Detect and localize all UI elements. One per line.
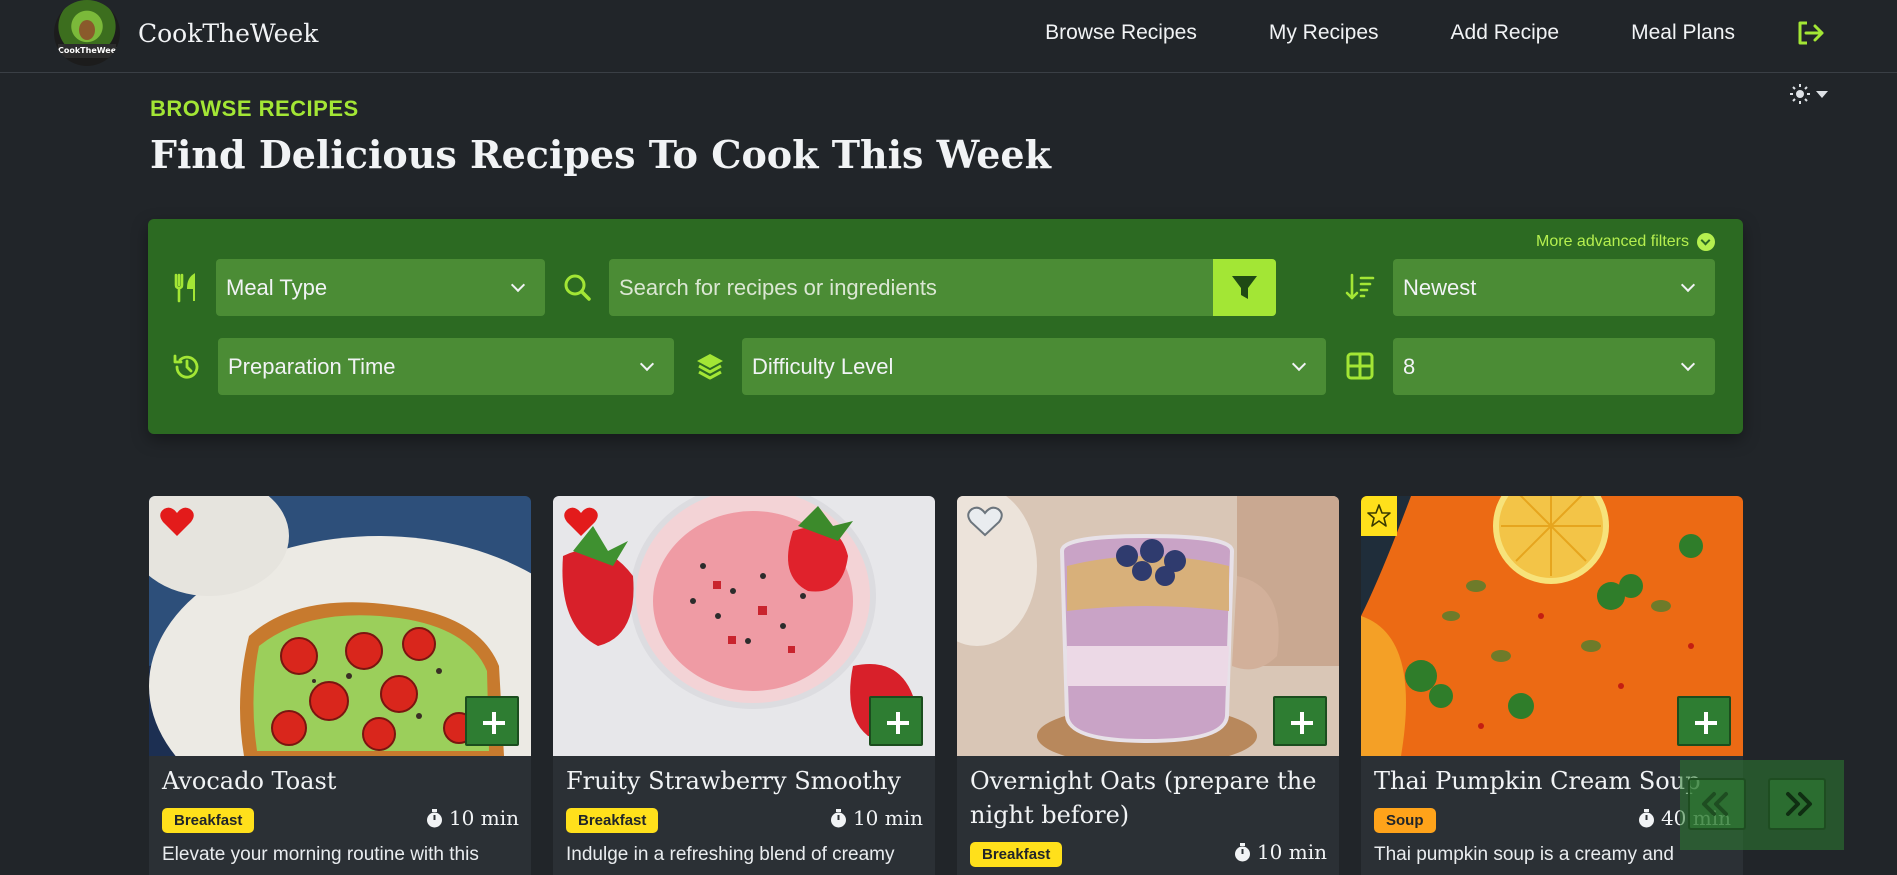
sort-icon	[1345, 273, 1375, 300]
add-to-plan-button[interactable]	[465, 696, 519, 746]
nav-browse-recipes[interactable]: Browse Recipes	[1045, 21, 1197, 45]
search-icon	[564, 274, 591, 301]
heart-filled-icon[interactable]	[159, 506, 195, 538]
add-to-plan-button[interactable]	[1273, 696, 1327, 746]
history-icon	[173, 354, 199, 379]
next-page-button[interactable]	[1768, 778, 1826, 830]
recipe-time: 10 min	[426, 806, 519, 830]
grid-icon	[1346, 352, 1374, 380]
sort-value: Newest	[1403, 274, 1477, 300]
brand-name[interactable]: CookTheWeek	[138, 19, 318, 48]
add-to-plan-button[interactable]	[1677, 696, 1731, 746]
heart-outline-icon[interactable]	[967, 506, 1003, 538]
nav-add-recipe[interactable]: Add Recipe	[1451, 21, 1560, 45]
recipe-card-strawberry-smoothy[interactable]: Fruity Strawberry Smoothy Breakfast 10 m…	[553, 496, 935, 875]
brand[interactable]: CookTheWeek CookTheWeek	[54, 0, 318, 66]
filter-button[interactable]	[1213, 259, 1276, 316]
add-to-plan-button[interactable]	[869, 696, 923, 746]
recipe-description: Indulge in a refreshing blend of creamy	[566, 844, 895, 865]
chevron-down-icon	[1816, 90, 1828, 98]
advanced-filters-label: More advanced filters	[1536, 233, 1689, 250]
category-badge: Breakfast	[566, 808, 659, 833]
utensils-icon	[174, 273, 195, 303]
difficulty-value: Difficulty Level	[752, 353, 894, 379]
prev-page-button[interactable]	[1688, 778, 1746, 830]
chevrons-left-icon	[1702, 792, 1728, 816]
per-page-select[interactable]: 8	[1393, 338, 1715, 395]
prep-time-select[interactable]: Preparation Time	[218, 338, 674, 395]
difficulty-select[interactable]: Difficulty Level	[742, 338, 1326, 395]
recipe-title[interactable]: Overnight Oats (prepare the night before…	[970, 764, 1330, 832]
nav-links: Browse Recipes My Recipes Add Recipe Mea…	[1045, 0, 1735, 66]
chevron-down-icon	[1680, 356, 1696, 372]
recipe-description: Elevate your morning routine with this	[162, 844, 479, 865]
stopwatch-icon	[426, 808, 442, 827]
meal-type-select[interactable]: Meal Type	[216, 259, 545, 316]
heart-filled-icon[interactable]	[563, 506, 599, 538]
logout-icon[interactable]	[1796, 19, 1826, 47]
nav-my-recipes[interactable]: My Recipes	[1269, 21, 1379, 45]
chevron-circle-down-icon	[1697, 233, 1715, 251]
chevron-down-icon	[1680, 277, 1696, 293]
funnel-icon	[1232, 276, 1257, 299]
chevrons-right-icon	[1786, 792, 1812, 816]
chevron-down-icon	[1291, 356, 1307, 372]
time-value: 10 min	[1256, 840, 1327, 864]
nav-meal-plans[interactable]: Meal Plans	[1631, 21, 1735, 45]
chevron-down-icon	[510, 277, 526, 293]
category-badge: Breakfast	[162, 808, 255, 833]
recipe-time: 10 min	[830, 806, 923, 830]
stopwatch-icon	[1638, 808, 1654, 827]
pagination	[1680, 760, 1844, 850]
recipe-title[interactable]: Fruity Strawberry Smoothy	[566, 764, 926, 798]
sun-icon	[1790, 84, 1810, 104]
time-value: 10 min	[448, 806, 519, 830]
category-badge: Breakfast	[970, 842, 1063, 867]
search-input[interactable]	[609, 259, 1209, 316]
chevron-down-icon	[639, 356, 655, 372]
navbar: CookTheWeek CookTheWeek Browse Recipes M…	[0, 0, 1897, 73]
stopwatch-icon	[1234, 842, 1250, 861]
category-badge: Soup	[1374, 808, 1436, 833]
time-value: 10 min	[852, 806, 923, 830]
filter-panel: More advanced filters Meal Type Newest	[148, 219, 1743, 434]
layers-icon	[697, 354, 723, 380]
advanced-filters-toggle[interactable]: More advanced filters	[1536, 233, 1715, 251]
search-field	[609, 259, 1276, 316]
per-page-value: 8	[1403, 353, 1416, 379]
stopwatch-icon	[830, 808, 846, 827]
recipe-time: 10 min	[1234, 840, 1327, 864]
sort-select[interactable]: Newest	[1393, 259, 1715, 316]
page-title: Find Delicious Recipes To Cook This Week	[150, 132, 1051, 177]
page-eyebrow: BROWSE RECIPES	[150, 96, 359, 121]
brand-logo: CookTheWeek	[54, 0, 120, 66]
prep-time-value: Preparation Time	[228, 353, 396, 379]
meal-type-value: Meal Type	[226, 274, 328, 300]
recipe-card-overnight-oats[interactable]: Overnight Oats (prepare the night before…	[957, 496, 1339, 875]
star-icon[interactable]	[1361, 496, 1397, 536]
recipe-title[interactable]: Avocado Toast	[162, 764, 522, 798]
theme-toggle[interactable]	[1790, 84, 1828, 104]
recipe-card-avocado-toast[interactable]: Avocado Toast Breakfast 10 min Elevate y…	[149, 496, 531, 875]
